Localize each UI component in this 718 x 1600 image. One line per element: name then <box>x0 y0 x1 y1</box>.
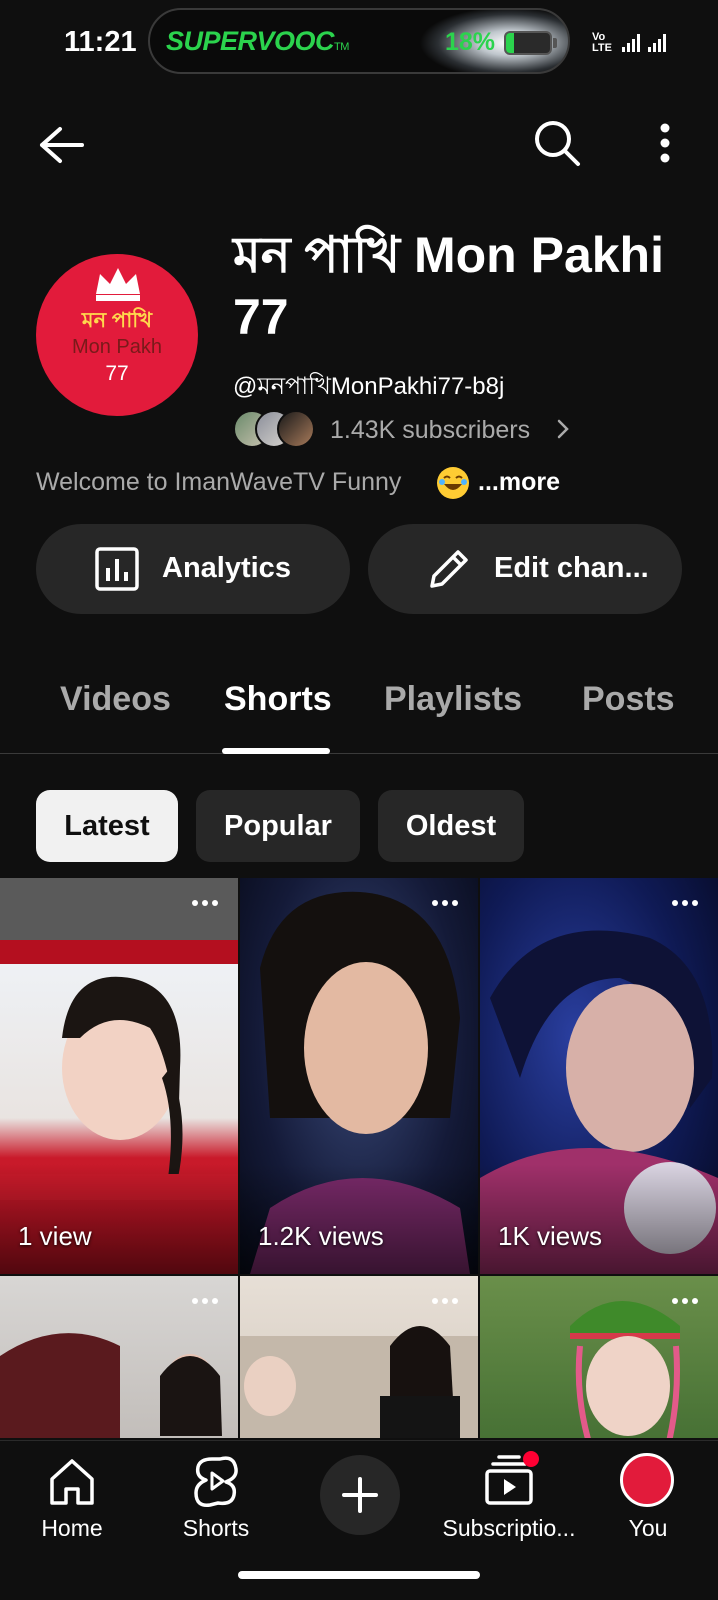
edit-channel-label: Edit chan... <box>494 552 649 584</box>
description-more-link[interactable]: ...more <box>478 468 560 497</box>
avatar-text-number: 77 <box>105 362 129 385</box>
short-thumbnail[interactable] <box>480 1276 718 1438</box>
shorts-grid: 1 view 1.2K views 1K views <box>0 878 718 1438</box>
crown-icon <box>96 268 140 301</box>
nav-subscriptions[interactable]: Subscriptio... <box>434 1451 584 1542</box>
charging-brand: SUPERVOOC <box>166 26 335 56</box>
chevron-right-icon[interactable] <box>556 418 570 440</box>
edit-channel-button[interactable]: Edit chan... <box>368 524 682 614</box>
short-more-icon[interactable] <box>192 898 222 908</box>
battery-icon <box>504 31 552 55</box>
short-thumbnail[interactable] <box>240 1276 478 1438</box>
nav-you[interactable]: You <box>578 1453 718 1542</box>
home-indicator <box>238 1571 480 1579</box>
short-more-icon[interactable] <box>432 898 462 908</box>
home-icon <box>50 1459 94 1505</box>
arrow-left-icon <box>40 127 84 163</box>
channel-title: মন পাখি Mon Pakhi 77 <box>233 227 664 345</box>
short-thumbnail[interactable]: 1K views <box>480 878 718 1274</box>
channel-page: 11:21 SUPERVOOCTM 18% Vo LTE মন পাখি Mon… <box>0 0 718 1600</box>
tab-posts[interactable]: Posts <box>582 680 675 719</box>
nav-shorts-label: Shorts <box>182 1515 250 1541</box>
short-thumbnail[interactable]: 1.2K views <box>240 878 478 1274</box>
nav-home[interactable]: Home <box>2 1453 142 1542</box>
more-options-button[interactable] <box>640 114 690 172</box>
status-time: 11:21 <box>64 26 137 58</box>
avatar-text-bengali: মন পাখি <box>81 309 153 332</box>
chip-latest[interactable]: Latest <box>36 790 178 862</box>
tab-playlists[interactable]: Playlists <box>384 680 522 719</box>
short-more-icon[interactable] <box>672 1296 702 1306</box>
chip-popular[interactable]: Popular <box>196 790 360 862</box>
signal-icon-2 <box>648 34 670 52</box>
charging-indicator: SUPERVOOCTM 18% <box>148 8 570 74</box>
short-thumbnail[interactable]: 1 view <box>0 878 238 1274</box>
laughing-face-emoji <box>437 467 469 499</box>
nav-you-label: You <box>628 1515 668 1541</box>
tab-shorts[interactable]: Shorts <box>224 680 332 719</box>
nav-subscriptions-label: Subscriptio... <box>442 1515 576 1541</box>
short-views: 1 view <box>18 1221 92 1251</box>
channel-tabs: Videos Shorts Playlists Posts <box>0 650 718 754</box>
short-more-icon[interactable] <box>432 1296 462 1306</box>
create-button[interactable] <box>320 1455 400 1535</box>
bottom-navigation: Home Shorts Subscriptio... You <box>0 1440 718 1600</box>
shorts-icon <box>194 1456 238 1507</box>
search-button[interactable] <box>528 114 586 172</box>
short-more-icon[interactable] <box>192 1296 222 1306</box>
channel-description[interactable]: Welcome to ImanWaveTV Funny <box>36 468 401 497</box>
subscriber-avatars[interactable] <box>233 410 317 448</box>
short-thumbnail[interactable] <box>0 1276 238 1438</box>
more-vertical-icon <box>660 123 670 163</box>
user-avatar <box>620 1453 674 1507</box>
analytics-chart-icon <box>95 547 139 591</box>
charging-brand-tm: TM <box>334 41 349 53</box>
status-bar: 11:21 SUPERVOOCTM 18% Vo LTE <box>0 0 718 88</box>
subscriber-count[interactable]: 1.43K subscribers <box>330 416 530 445</box>
short-more-icon[interactable] <box>672 898 702 908</box>
avatar-text-name: Mon Pakh <box>71 336 163 358</box>
battery-percent: 18% <box>445 28 496 56</box>
channel-handle: @মনপাখিMonPakhi77-b8j <box>233 373 505 400</box>
pencil-icon <box>430 550 468 588</box>
battery-fill <box>506 33 514 53</box>
search-icon <box>535 121 580 166</box>
plus-icon <box>342 1477 378 1513</box>
channel-avatar[interactable]: মন পাখি Mon Pakh 77 <box>36 254 198 416</box>
subscriber-avatar <box>277 410 315 448</box>
volte-icon: Vo LTE <box>592 31 612 54</box>
analytics-label: Analytics <box>162 552 291 584</box>
short-views: 1K views <box>498 1221 603 1251</box>
back-button[interactable] <box>32 116 90 174</box>
tab-videos[interactable]: Videos <box>60 680 171 719</box>
signal-icon-1 <box>622 34 644 52</box>
chip-oldest[interactable]: Oldest <box>378 790 524 862</box>
nav-shorts[interactable]: Shorts <box>146 1453 286 1542</box>
short-views: 1.2K views <box>258 1221 384 1251</box>
nav-home-label: Home <box>41 1515 103 1541</box>
active-tab-indicator <box>222 748 330 754</box>
notification-dot <box>523 1451 539 1467</box>
analytics-button[interactable]: Analytics <box>36 524 350 614</box>
